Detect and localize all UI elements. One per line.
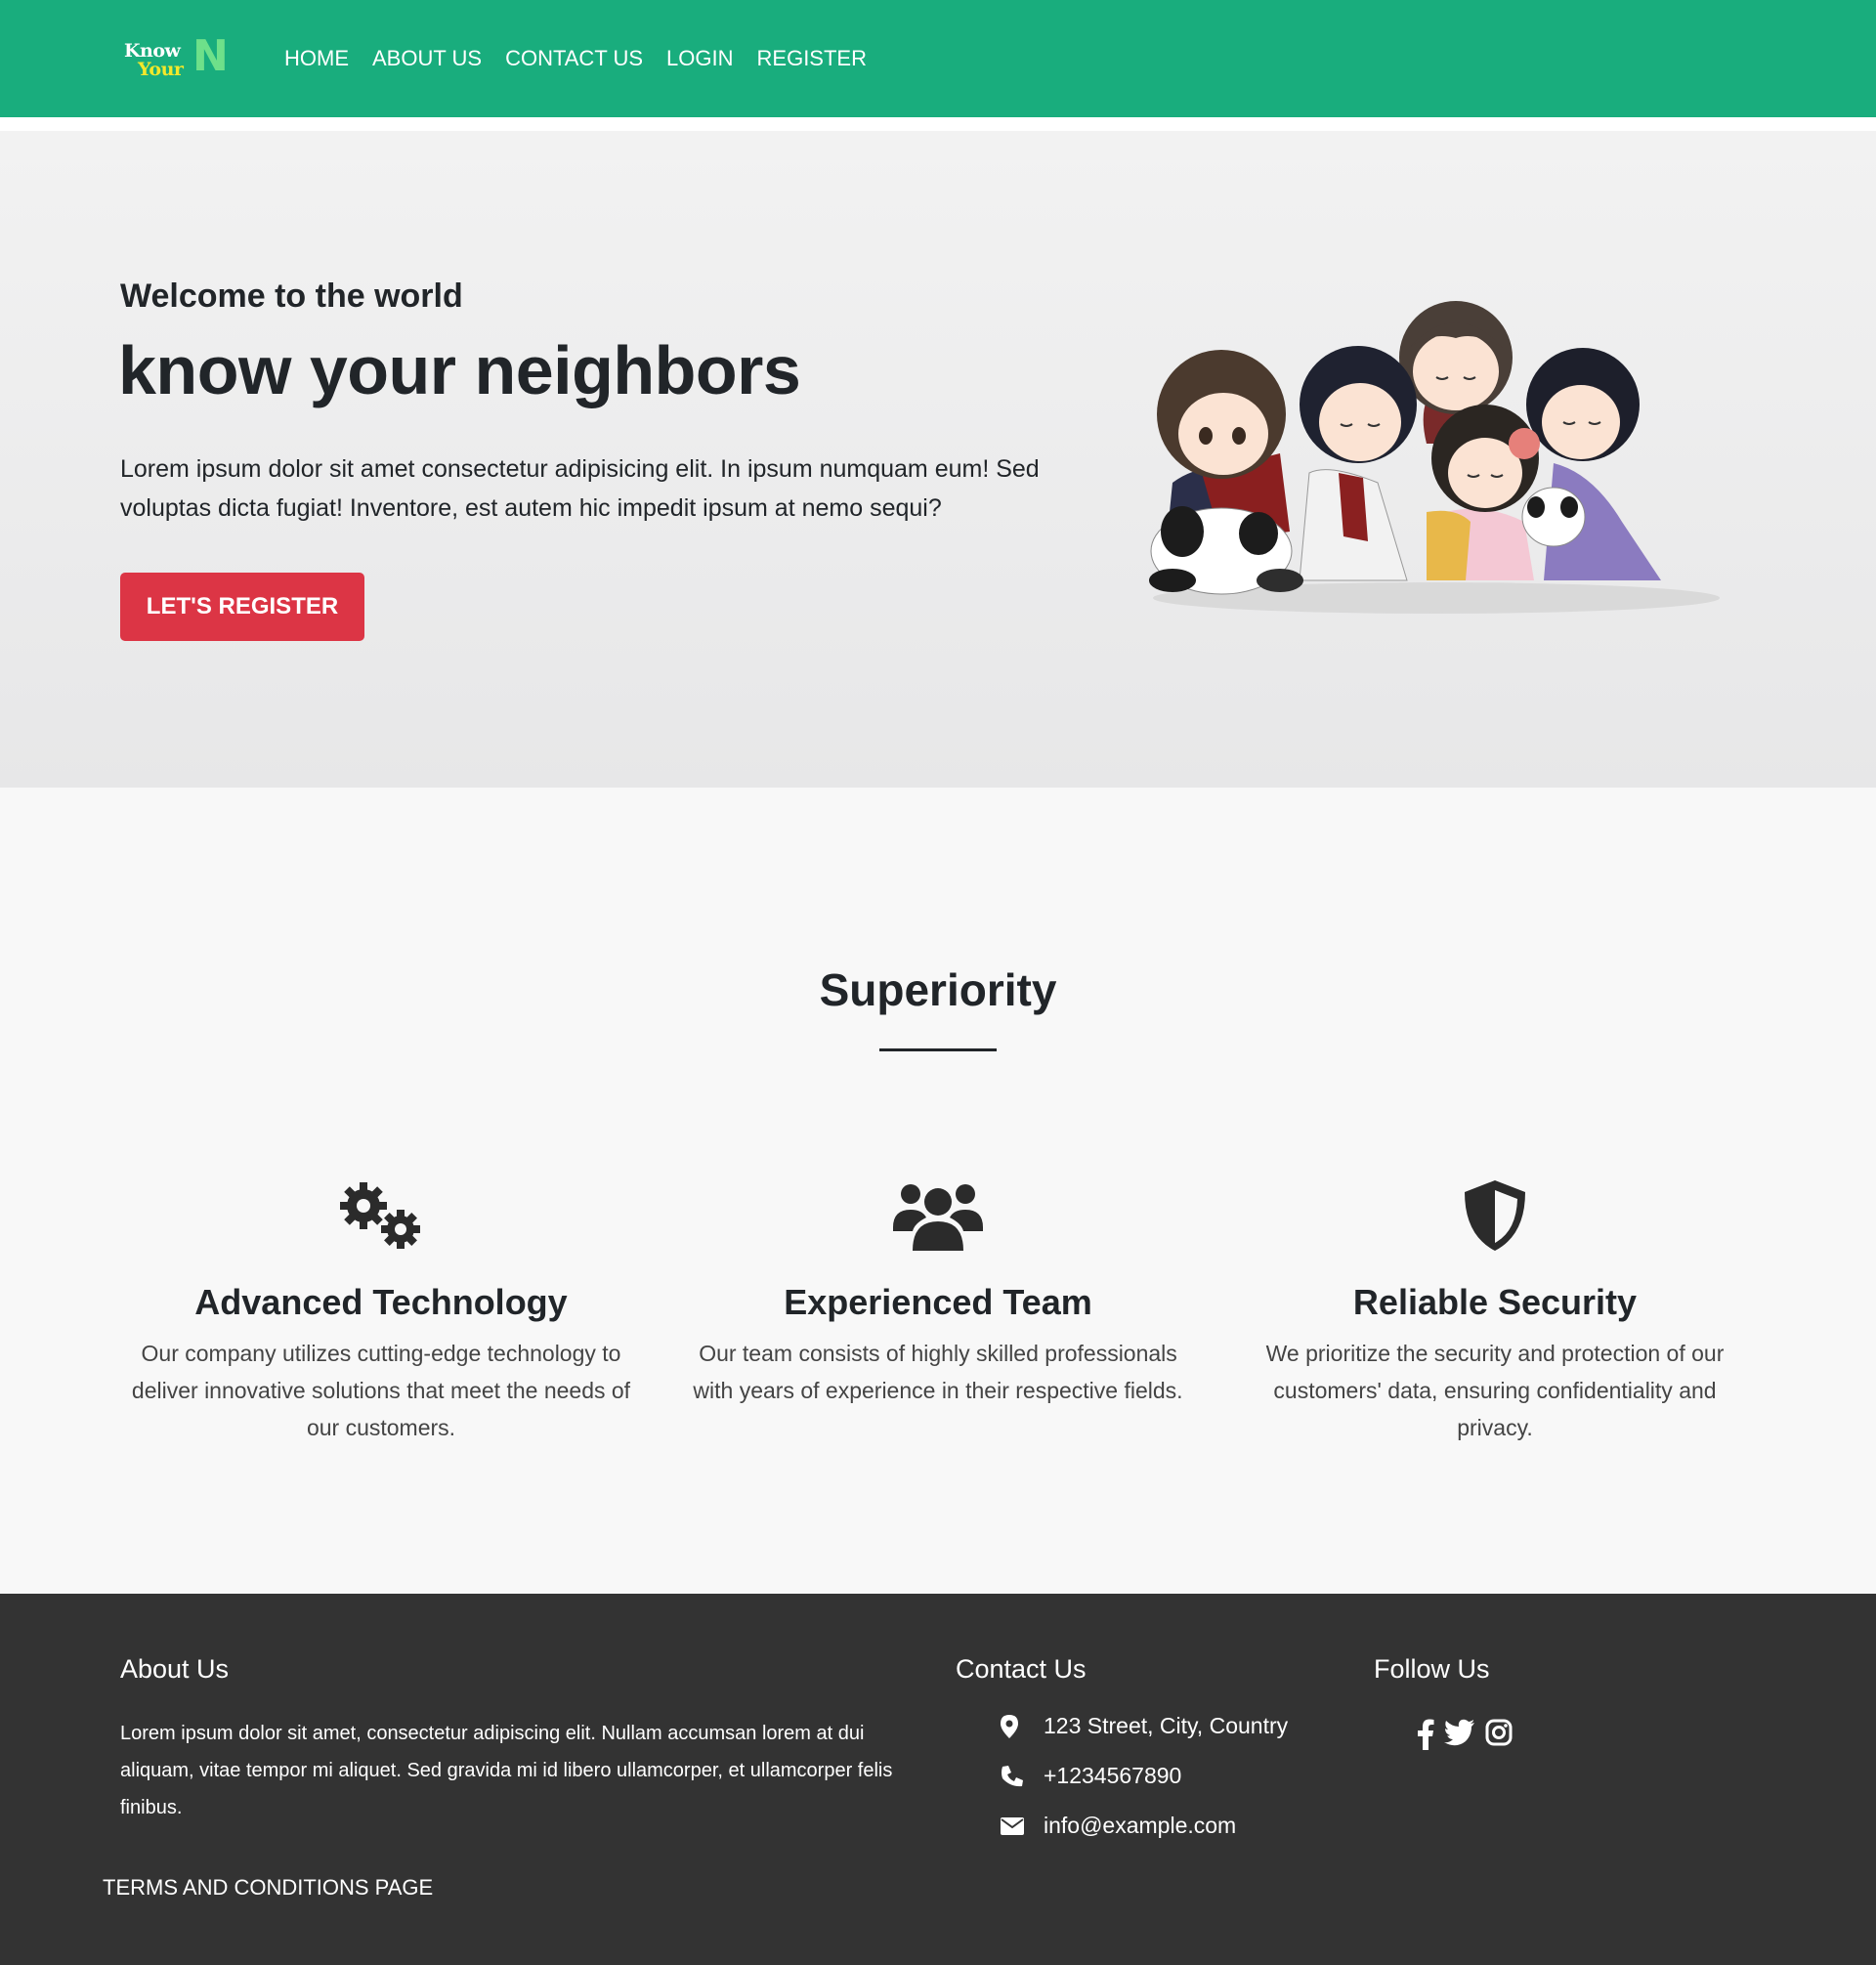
hero-pretitle: Welcome to the world bbox=[120, 278, 463, 315]
contact-phone-text[interactable]: +1234567890 bbox=[1044, 1763, 1181, 1789]
map-marker-icon bbox=[1001, 1714, 1044, 1738]
contact-phone: +1234567890 bbox=[1001, 1763, 1181, 1789]
lets-register-button[interactable]: LET'S REGISTER bbox=[120, 573, 364, 641]
brand-logo-mark: N bbox=[192, 31, 229, 81]
gears-icon bbox=[127, 1178, 635, 1253]
brand-logo-line2: Your bbox=[138, 59, 184, 80]
facebook-icon[interactable] bbox=[1417, 1719, 1434, 1755]
section-divider bbox=[879, 1048, 997, 1051]
feature-description: Our team consists of highly skilled prof… bbox=[693, 1341, 1183, 1403]
navbar: Know Your N HOME ABOUT US CONTACT US LOG… bbox=[0, 0, 1876, 117]
phone-icon bbox=[1001, 1765, 1044, 1788]
nav-home[interactable]: HOME bbox=[284, 45, 349, 72]
nav-contact-us[interactable]: CONTACT US bbox=[505, 45, 643, 72]
feature-card-team: Experienced Team Our team consists of hi… bbox=[684, 1178, 1192, 1409]
contact-address: 123 Street, City, Country bbox=[1001, 1713, 1288, 1739]
envelope-icon bbox=[1001, 1816, 1044, 1835]
hero-title: know your neighbors bbox=[118, 332, 801, 408]
shield-icon bbox=[1241, 1178, 1749, 1253]
footer-about-title: About Us bbox=[120, 1654, 230, 1684]
feature-card-security: Reliable Security We prioritize the secu… bbox=[1241, 1178, 1749, 1446]
feature-title: Reliable Security bbox=[1352, 1282, 1638, 1322]
navbar-divider bbox=[0, 117, 1876, 131]
feature-description: Our company utilizes cutting-edge techno… bbox=[131, 1341, 631, 1440]
feature-card-technology: Advanced Technology Our company utilizes… bbox=[127, 1178, 635, 1446]
footer-contact-title: Contact Us bbox=[956, 1654, 1087, 1684]
superiority-section: Superiority Advanced Technology Our comp… bbox=[0, 788, 1876, 1594]
social-links bbox=[1417, 1719, 1522, 1755]
contact-email: info@example.com bbox=[1001, 1813, 1236, 1839]
feature-title: Advanced Technology bbox=[194, 1282, 568, 1322]
brand-logo[interactable]: Know Your N bbox=[121, 35, 234, 82]
contact-email-text[interactable]: info@example.com bbox=[1044, 1813, 1236, 1839]
hero-description: Lorem ipsum dolor sit amet consectetur a… bbox=[120, 455, 1040, 522]
footer: About Us Lorem ipsum dolor sit amet, con… bbox=[0, 1594, 1876, 1965]
nav-register[interactable]: REGISTER bbox=[757, 45, 867, 72]
contact-address-text: 123 Street, City, Country bbox=[1044, 1713, 1289, 1738]
footer-about-text: Lorem ipsum dolor sit amet, consectetur … bbox=[120, 1723, 893, 1818]
nav-about-us[interactable]: ABOUT US bbox=[372, 45, 482, 72]
users-icon bbox=[684, 1178, 1192, 1253]
superiority-title: Superiority bbox=[819, 964, 1057, 1015]
main-nav: HOME ABOUT US CONTACT US LOGIN REGISTER bbox=[284, 45, 890, 72]
hero-section: Welcome to the world know your neighbors… bbox=[0, 131, 1876, 788]
instagram-icon[interactable] bbox=[1485, 1719, 1513, 1755]
twitter-icon[interactable] bbox=[1444, 1719, 1475, 1755]
feature-description: We prioritize the security and protectio… bbox=[1265, 1341, 1725, 1440]
terms-link[interactable]: TERMS AND CONDITIONS PAGE bbox=[103, 1875, 433, 1901]
feature-title: Experienced Team bbox=[784, 1282, 1092, 1322]
hero-illustration bbox=[1149, 301, 1720, 614]
nav-login[interactable]: LOGIN bbox=[666, 45, 733, 72]
footer-follow-title: Follow Us bbox=[1374, 1654, 1490, 1684]
